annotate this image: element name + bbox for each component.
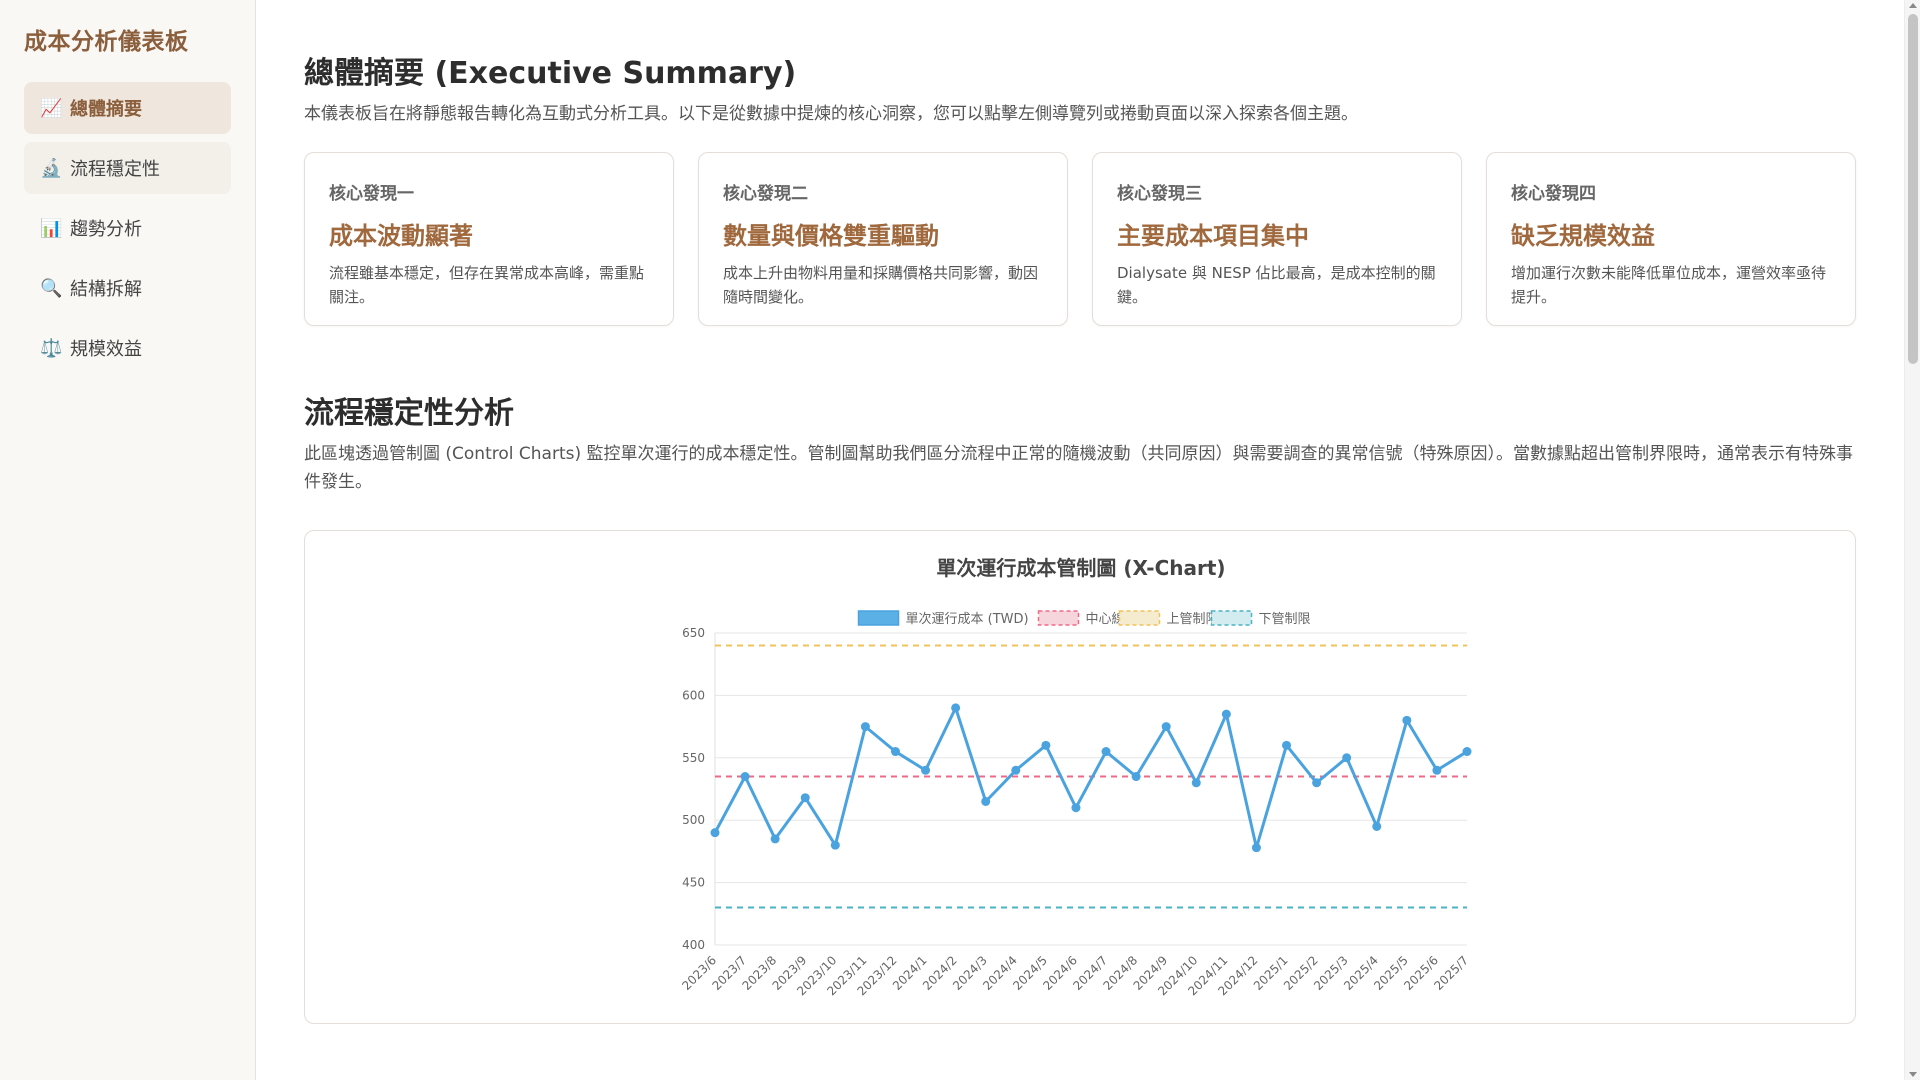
- data-point: [1191, 778, 1201, 788]
- card-heading: 主要成本項目集中: [1117, 222, 1309, 250]
- summary-description: 本儀表板旨在將靜態報告轉化為互動式分析工具。以下是從數據中提煉的核心洞察，您可以…: [304, 104, 1358, 124]
- finding-card: 核心發現二 數量與價格雙重驅動 成本上升由物料用量和採購價格共同影響，動因隨時間…: [698, 152, 1068, 326]
- y-tick-label: 600: [682, 688, 705, 702]
- legend-swatch: [857, 610, 900, 626]
- data-point: [1221, 709, 1231, 719]
- summary-title: 總體摘要 (Executive Summary): [304, 56, 797, 91]
- card-heading: 成本波動顯著: [329, 222, 473, 250]
- chart-increasing-icon: 📈: [40, 97, 63, 119]
- y-tick-label: 400: [682, 938, 705, 952]
- stability-section: 流程穩定性分析 此區塊透過管制圖 (Control Charts) 監控單次運行…: [304, 388, 1856, 1024]
- sidebar-item-structure[interactable]: 🔍 結構拆解: [24, 262, 231, 314]
- control-chart-card: 單次運行成本管制圖 (X-Chart) 單次運行成本 (TWD) 中心線 上管制限 下管…: [304, 530, 1856, 1024]
- data-point: [1011, 765, 1021, 775]
- chart-title: 單次運行成本管制圖 (X-Chart): [936, 556, 1225, 580]
- data-point: [1131, 772, 1141, 782]
- sidebar-item-label: 規模效益: [70, 339, 142, 360]
- sidebar-item-label: 總體摘要: [70, 99, 142, 120]
- sidebar-item-summary[interactable]: 📈 總體摘要: [24, 82, 231, 134]
- sidebar-item-label: 流程穩定性: [70, 159, 160, 180]
- card-kicker: 核心發現三: [1117, 184, 1202, 204]
- summary-cards: 核心發現一 成本波動顯著 流程雖基本穩定，但存在異常成本高峰，需重點關注。 核心…: [304, 152, 1856, 326]
- bar-chart-icon: 📊: [40, 217, 63, 239]
- stability-title: 流程穩定性分析: [304, 396, 514, 431]
- stability-description: 此區塊透過管制圖 (Control Charts) 監控單次運行的成本穩定性。管…: [304, 444, 1853, 492]
- sidebar-item-label: 趨勢分析: [70, 219, 142, 240]
- data-point: [1071, 803, 1081, 813]
- sidebar-item-trend[interactable]: 📊 趨勢分析: [24, 202, 231, 254]
- scroll-up-arrow-icon[interactable]: [1909, 3, 1917, 8]
- legend-label: 上管制限: [1167, 612, 1219, 627]
- y-tick-label: 500: [682, 813, 705, 827]
- legend-swatch: [1118, 610, 1161, 626]
- legend-swatch: [1037, 610, 1080, 626]
- x-tick-label: 2025/7: [1431, 953, 1471, 993]
- legend-label: 中心線: [1086, 611, 1125, 627]
- balance-scale-icon: ⚖️: [40, 337, 63, 359]
- legend-label: 單次運行成本 (TWD): [906, 611, 1029, 627]
- data-point: [921, 765, 931, 775]
- finding-card: 核心發現三 主要成本項目集中 Dialysate 與 NESP 佔比最高，是成本…: [1092, 152, 1462, 326]
- series-line: [713, 706, 1468, 850]
- microscope-icon: 🔬: [40, 157, 63, 179]
- data-point: [890, 747, 900, 757]
- card-heading: 數量與價格雙重驅動: [723, 222, 939, 250]
- card-text: 增加運行次數未能降低單位成本，運營效率亟待提升。: [1511, 264, 1827, 306]
- data-point: [1101, 747, 1111, 757]
- sidebar-item-stability[interactable]: 🔬 流程穩定性: [24, 142, 231, 194]
- card-text: 流程雖基本穩定，但存在異常成本高峰，需重點關注。: [329, 264, 645, 306]
- magnifier-icon: 🔍: [40, 277, 63, 299]
- legend-swatch: [1210, 610, 1253, 626]
- card-kicker: 核心發現二: [723, 184, 808, 204]
- card-text: 成本上升由物料用量和採購價格共同影響，動因隨時間變化。: [723, 264, 1039, 306]
- finding-card: 核心發現四 缺乏規模效益 增加運行次數未能降低單位成本，運營效率亟待提升。: [1486, 152, 1856, 326]
- card-kicker: 核心發現四: [1511, 184, 1596, 204]
- summary-section: 總體摘要 (Executive Summary) 本儀表板旨在將靜態報告轉化為互…: [304, 48, 1856, 326]
- card-kicker: 核心發現一: [329, 184, 414, 204]
- data-point: [1372, 821, 1382, 831]
- data-point: [1402, 715, 1412, 725]
- data-point: [951, 703, 961, 713]
- sidebar-nav: 📈 總體摘要 🔬 流程穩定性 📊 趨勢分析 🔍 結構拆解 ⚖️ 規模效益: [24, 82, 231, 374]
- data-point: [1342, 753, 1352, 763]
- app-title: 成本分析儀表板: [24, 29, 189, 55]
- data-point: [1041, 740, 1051, 750]
- data-point: [800, 793, 810, 803]
- y-tick-label: 450: [682, 876, 705, 890]
- y-tick-label: 650: [682, 626, 705, 640]
- scroll-down-arrow-icon[interactable]: [1909, 1072, 1917, 1077]
- finding-card: 核心發現一 成本波動顯著 流程雖基本穩定，但存在異常成本高峰，需重點關注。: [304, 152, 674, 326]
- page-scrollbar[interactable]: [1904, 0, 1920, 1080]
- legend-label: 下管制限: [1259, 612, 1311, 627]
- control-chart[interactable]: 單次運行成本管制圖 (X-Chart) 單次運行成本 (TWD) 中心線 上管制限 下管…: [305, 531, 1857, 1025]
- main-content: 總體摘要 (Executive Summary) 本儀表板旨在將靜態報告轉化為互…: [256, 0, 1904, 1080]
- sidebar-item-scale[interactable]: ⚖️ 規模效益: [24, 322, 231, 374]
- data-point: [1282, 740, 1292, 750]
- data-point: [1462, 747, 1472, 757]
- data-point: [740, 772, 750, 782]
- card-text: Dialysate 與 NESP 佔比最高，是成本控制的關鍵。: [1117, 264, 1436, 306]
- data-point: [710, 828, 720, 838]
- data-point: [830, 840, 840, 850]
- data-point: [1251, 843, 1261, 853]
- sidebar-item-label: 結構拆解: [70, 279, 142, 300]
- data-point: [1161, 722, 1171, 732]
- sidebar: 成本分析儀表板 📈 總體摘要 🔬 流程穩定性 📊 趨勢分析 🔍 結構拆解 ⚖️ …: [0, 0, 256, 1080]
- card-heading: 缺乏規模效益: [1511, 222, 1655, 250]
- data-point: [770, 834, 780, 844]
- data-point: [1312, 778, 1322, 788]
- data-point: [860, 722, 870, 732]
- scrollbar-thumb[interactable]: [1908, 14, 1918, 364]
- data-point: [981, 796, 991, 806]
- y-tick-label: 550: [682, 751, 705, 765]
- data-point: [1432, 765, 1442, 775]
